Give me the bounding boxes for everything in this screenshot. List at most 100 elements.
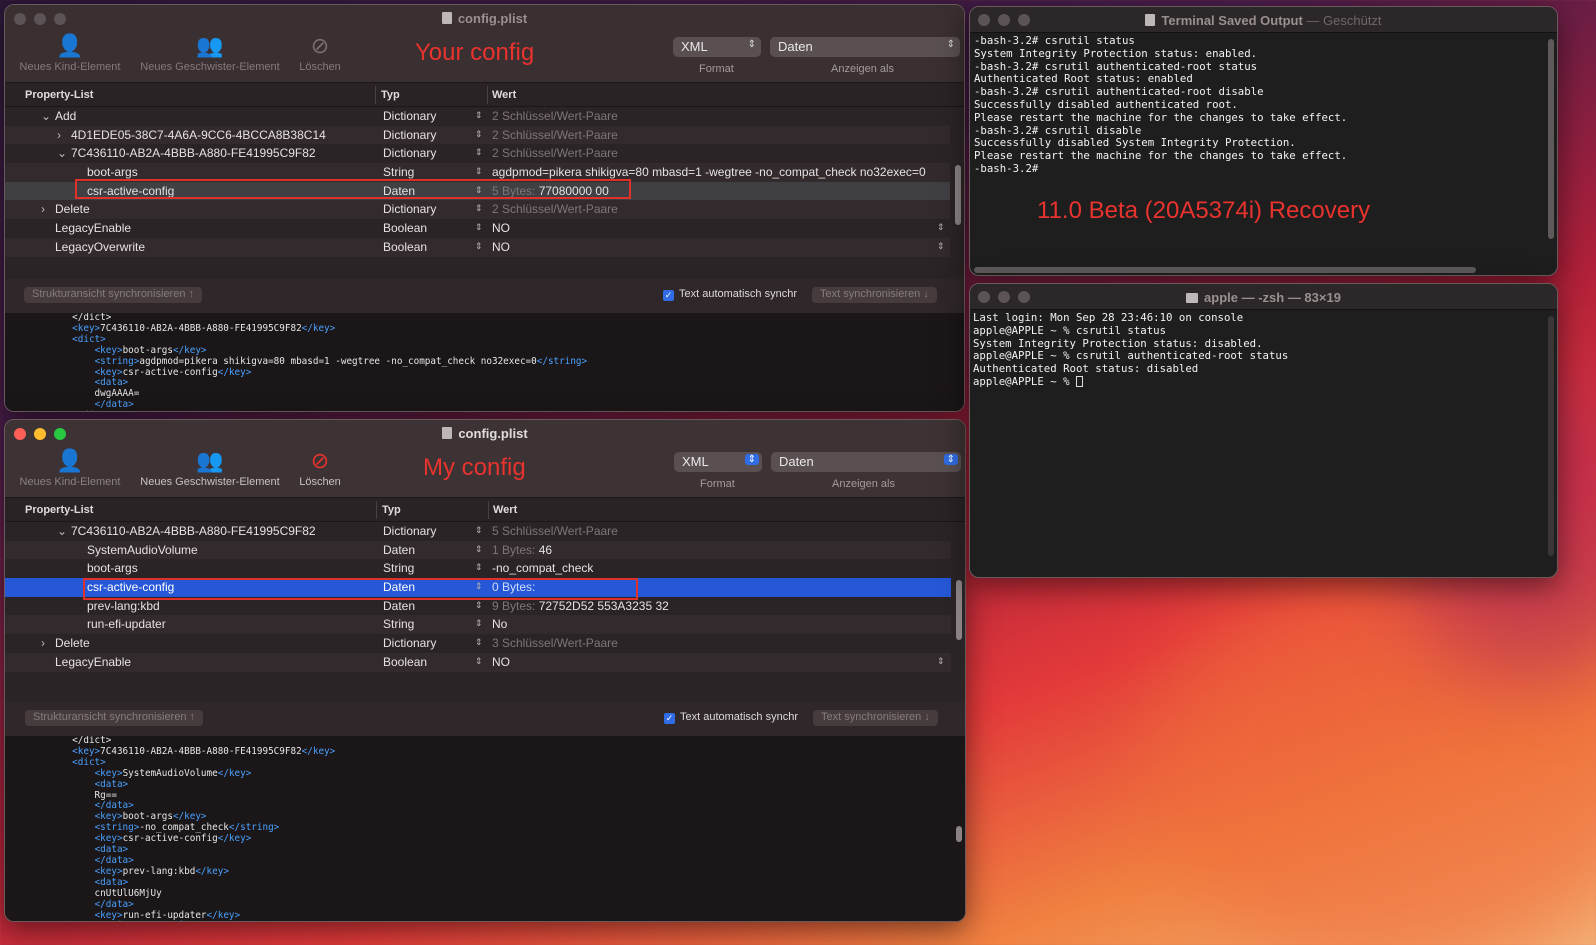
row-type[interactable]: String (383, 561, 414, 575)
column-header-type[interactable]: Typ (382, 504, 401, 516)
row-type[interactable]: Daten (383, 543, 415, 557)
row-type[interactable]: Dictionary (383, 524, 436, 538)
delete-button[interactable]: ⊘ Löschen (295, 446, 345, 488)
popup-chevron-icon[interactable]: ⇕ (937, 241, 945, 252)
row-type[interactable]: Dictionary (383, 109, 436, 123)
column-header-value[interactable]: Wert (492, 89, 516, 101)
xml-scrollbar[interactable] (956, 826, 962, 842)
row-value[interactable]: agdpmod=pikera shikigva=80 mbasd=1 -wegt… (492, 165, 926, 179)
auto-sync-checkbox[interactable]: ✓ Text automatisch synchr (663, 288, 797, 301)
terminal-saved-output-window[interactable]: Terminal Saved Output — Geschützt -bash-… (969, 6, 1558, 276)
outline-row[interactable]: ⌄ 7C436110-AB2A-4BBB-A880-FE41995C9F82 Dic… (5, 144, 950, 163)
type-stepper-icon[interactable]: ⇕ (475, 110, 483, 121)
config-window-top[interactable]: config.plist 👤 Neues Kind-Element 👥 Neues … (4, 4, 965, 412)
row-type[interactable]: Dictionary (383, 128, 436, 142)
type-stepper-icon[interactable]: ⇕ (475, 203, 483, 214)
outline-row[interactable]: › Delete Dictionary ⇕ 2 Schlüssel/Wert-Paare (5, 200, 950, 220)
row-type[interactable]: Dictionary (383, 202, 436, 216)
terminal-scrollbar[interactable] (1548, 39, 1554, 239)
row-value[interactable]: 9 Bytes: 72752D52 553A3235 32 (492, 599, 669, 613)
delete-button[interactable]: ⊘ Löschen (295, 31, 345, 73)
terminal-output[interactable]: Last login: Mon Sep 28 23:46:10 on conso… (973, 312, 1541, 565)
type-stepper-icon[interactable]: ⇕ (475, 222, 483, 233)
type-stepper-icon[interactable]: ⇕ (475, 147, 483, 158)
outline-row[interactable]: LegacyEnable Boolean ⇕ NO ⇕ (5, 219, 950, 238)
row-type[interactable]: Boolean (383, 655, 427, 669)
chevron-right-icon[interactable]: › (41, 636, 45, 650)
type-stepper-icon[interactable]: ⇕ (475, 129, 483, 140)
xml-text-view[interactable]: </dict> <key>7C436110-AB2A-4BBB-A880-FE4… (5, 736, 965, 921)
row-value[interactable]: 2 Schlüssel/Wert-Paare (492, 128, 618, 142)
row-value[interactable]: 2 Schlüssel/Wert-Paare (492, 146, 618, 160)
terminal-horizontal-scrollbar[interactable] (974, 267, 1476, 273)
popup-chevron-icon[interactable]: ⇕ (937, 656, 945, 667)
terminal-scrollbar[interactable] (1548, 316, 1554, 556)
chevron-down-icon[interactable]: ⌄ (41, 109, 51, 123)
type-stepper-icon[interactable]: ⇕ (475, 166, 483, 177)
row-value[interactable]: -no_compat_check (492, 561, 593, 575)
row-value[interactable]: NO (492, 655, 510, 669)
type-stepper-icon[interactable]: ⇕ (475, 544, 483, 555)
row-value[interactable]: No (492, 617, 507, 631)
outline-scrollbar[interactable] (956, 580, 962, 640)
row-key: Delete (55, 202, 90, 217)
row-type[interactable]: Dictionary (383, 636, 436, 650)
format-select[interactable]: XML ⇕ (673, 37, 761, 57)
row-type[interactable]: Daten (383, 599, 415, 613)
row-type[interactable]: String (383, 165, 414, 179)
type-stepper-icon[interactable]: ⇕ (475, 562, 483, 573)
type-stepper-icon[interactable]: ⇕ (475, 618, 483, 629)
type-stepper-icon[interactable]: ⇕ (475, 600, 483, 611)
outline-row[interactable]: LegacyEnable Boolean ⇕ NO ⇕ (5, 652, 951, 672)
new-sibling-button[interactable]: 👥 Neues Geschwister-Element (135, 446, 285, 488)
new-child-button[interactable]: 👤 Neues Kind-Element (15, 446, 125, 488)
outline-row[interactable]: LegacyOverwrite Boolean ⇕ NO ⇕ (5, 237, 950, 257)
row-value[interactable]: 5 Schlüssel/Wert-Paare (492, 524, 618, 538)
row-value[interactable]: 1 Bytes: 46 (492, 543, 552, 557)
terminal-output[interactable]: -bash-3.2# csrutil status System Integrit… (974, 35, 1541, 263)
outline-row[interactable]: boot-args String ⇕ -no_compat_check (5, 559, 951, 578)
sync-structure-button[interactable]: Strukturansicht synchronisieren ↑ (24, 287, 203, 303)
row-type[interactable]: Dictionary (383, 146, 436, 160)
type-stepper-icon[interactable]: ⇕ (475, 656, 483, 667)
column-header-value[interactable]: Wert (493, 504, 517, 516)
row-type[interactable]: Boolean (383, 240, 427, 254)
sync-text-button[interactable]: Text synchronisieren ↓ (812, 287, 937, 303)
xml-text-view[interactable]: </dict> <key>7C436110-AB2A-4BBB-A880-FE4… (5, 313, 964, 411)
terminal-zsh-window[interactable]: apple — -zsh — 83×19 Last login: Mon Sep… (969, 283, 1558, 578)
outline-row[interactable]: run-efi-updater String ⇕ No (5, 615, 951, 635)
view-as-select[interactable]: Daten ⇕ (771, 452, 961, 472)
auto-sync-checkbox[interactable]: ✓ Text automatisch synchr (664, 711, 798, 724)
chevron-right-icon[interactable]: › (57, 128, 61, 142)
row-value[interactable]: NO (492, 240, 510, 254)
sync-text-button[interactable]: Text synchronisieren ↓ (813, 710, 938, 726)
outline-row[interactable]: › 4D1EDE05-38C7-4A6A-9CC6-4BCCA8B38C14 Dic… (5, 125, 950, 145)
type-stepper-icon[interactable]: ⇕ (475, 637, 483, 648)
new-child-button[interactable]: 👤 Neues Kind-Element (15, 31, 125, 73)
outline-row[interactable]: SystemAudioVolume Daten ⇕ 1 Bytes: 46 (5, 540, 951, 560)
chevron-down-icon[interactable]: ⌄ (57, 524, 67, 538)
chevron-down-icon[interactable]: ⌄ (57, 146, 67, 160)
config-window-bottom[interactable]: config.plist 👤 Neues Kind-Element 👥 Neues … (4, 419, 966, 922)
chevron-right-icon[interactable]: › (41, 202, 45, 216)
sync-structure-button[interactable]: Strukturansicht synchronisieren ↑ (25, 710, 204, 726)
outline-row[interactable]: › Delete Dictionary ⇕ 3 Schlüssel/Wert-Paare (5, 634, 951, 653)
type-stepper-icon[interactable]: ⇕ (475, 525, 483, 536)
column-header-key[interactable]: Property-List (25, 504, 93, 516)
format-select[interactable]: XML ⇕ (674, 452, 762, 472)
column-header-type[interactable]: Typ (381, 89, 400, 101)
outline-scrollbar[interactable] (955, 165, 961, 225)
new-sibling-button[interactable]: 👥 Neues Geschwister-Element (135, 31, 285, 73)
row-value[interactable]: NO (492, 221, 510, 235)
type-stepper-icon[interactable]: ⇕ (475, 241, 483, 252)
row-type[interactable]: String (383, 617, 414, 631)
outline-row[interactable]: ⌄ Add Dictionary ⇕ 2 Schlüssel/Wert-Paare (5, 107, 950, 126)
outline-row[interactable]: ⌄ 7C436110-AB2A-4BBB-A880-FE41995C9F82 Dic… (5, 522, 951, 541)
row-value[interactable]: 2 Schlüssel/Wert-Paare (492, 202, 618, 216)
row-value[interactable]: 2 Schlüssel/Wert-Paare (492, 109, 618, 123)
row-type[interactable]: Boolean (383, 221, 427, 235)
column-header-key[interactable]: Property-List (25, 89, 93, 101)
popup-chevron-icon[interactable]: ⇕ (937, 222, 945, 233)
view-as-select[interactable]: Daten ⇕ (770, 37, 960, 57)
row-value[interactable]: 3 Schlüssel/Wert-Paare (492, 636, 618, 650)
